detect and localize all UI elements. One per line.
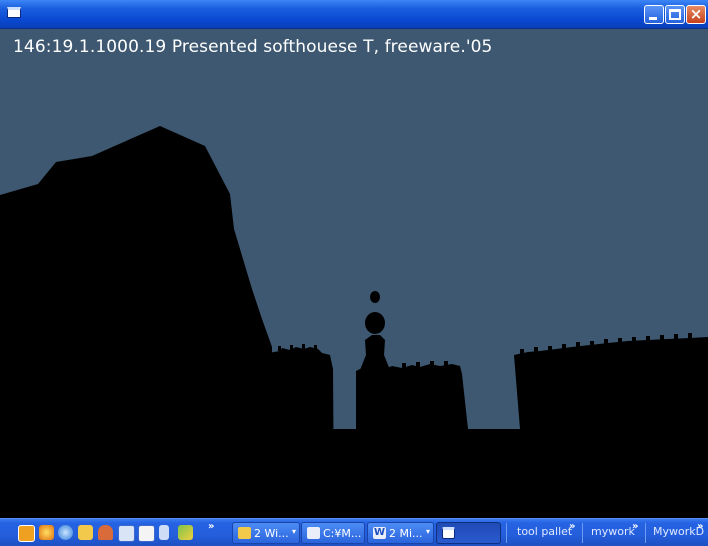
taskbar-button-word[interactable]: W 2 Mi... ▾ — [367, 522, 434, 544]
tool-icon[interactable] — [178, 525, 193, 540]
taskbar: » 2 Wi... ▾ C:¥M... W 2 Mi... ▾ tool pal… — [0, 518, 708, 546]
minimize-button[interactable] — [644, 5, 664, 24]
maximize-icon — [669, 9, 681, 20]
taskbar-button-windows[interactable]: 2 Wi... ▾ — [232, 522, 300, 544]
window-app-icon[interactable] — [7, 7, 21, 18]
taskbar-button-label: 2 Mi... — [389, 527, 423, 540]
text-file-icon[interactable] — [159, 525, 169, 540]
chevron-down-icon: ▾ — [425, 527, 430, 536]
app-icon[interactable] — [98, 525, 113, 540]
taskbar-button-path[interactable]: C:¥M... — [301, 522, 365, 544]
title-bar[interactable]: × — [0, 0, 708, 29]
maximize-button[interactable] — [665, 5, 685, 24]
toolbar-separator — [645, 523, 646, 543]
version-overlay-text: 146:19.1.1000.19 Presented softhouese T,… — [13, 37, 493, 57]
window-icon — [442, 527, 455, 539]
toolbar-mywork[interactable]: mywork — [591, 525, 635, 538]
taskbar-button-label: 2 Wi... — [254, 527, 289, 540]
quicklaunch-more-chevron[interactable]: » — [208, 521, 214, 532]
toolbar-separator — [506, 523, 507, 543]
application-window: × 146:19.1.1000.19 Presented softhouese … — [0, 0, 708, 518]
document-icon[interactable] — [118, 525, 135, 542]
tower-dome — [365, 312, 385, 334]
word-icon: W — [373, 527, 386, 539]
taskbar-button-label: C:¥M... — [323, 527, 362, 540]
taskbar-button-active-window[interactable] — [436, 522, 501, 544]
folder-icon — [238, 527, 251, 539]
3d-viewport[interactable]: 146:19.1.1000.19 Presented softhouese T,… — [0, 29, 708, 518]
internet-explorer-icon[interactable] — [58, 525, 73, 540]
tower-finial — [370, 291, 380, 303]
toolbar-more-chevron[interactable]: » — [632, 521, 638, 532]
folder-icon[interactable] — [78, 525, 93, 540]
toolbar-more-chevron[interactable]: » — [697, 521, 703, 532]
toolbar-more-chevron[interactable]: » — [569, 521, 575, 532]
notepad-icon[interactable] — [138, 525, 155, 542]
close-icon: × — [689, 5, 703, 23]
toolbar-tool-pallet[interactable]: tool pallet — [517, 525, 572, 538]
browser-icon[interactable] — [39, 525, 54, 540]
ground — [0, 459, 708, 518]
close-button[interactable]: × — [686, 5, 706, 24]
toolbar-separator — [582, 523, 583, 543]
minimize-icon — [649, 17, 657, 20]
chevron-down-icon: ▾ — [291, 527, 296, 536]
castle-silhouette — [0, 126, 708, 518]
media-player-icon[interactable] — [18, 525, 35, 542]
document-icon — [307, 527, 320, 539]
